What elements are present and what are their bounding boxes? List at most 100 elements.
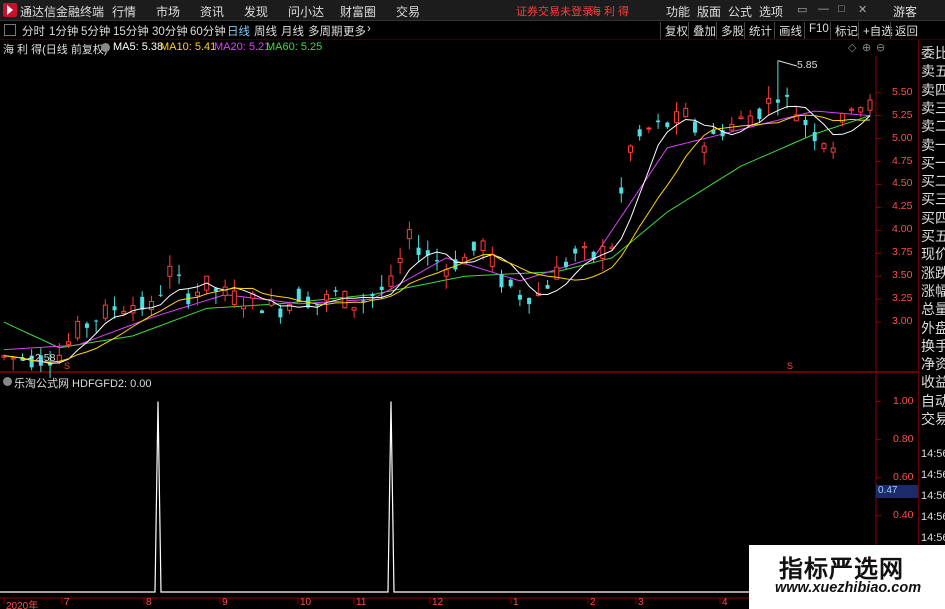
quote-field-label: 买四: [921, 209, 945, 226]
candle-body: [241, 305, 247, 310]
low-price-label: 2.58: [35, 352, 56, 364]
candle-body: [563, 261, 568, 267]
quote-field-label: 委比: [921, 45, 945, 61]
ma10-line: [3, 114, 871, 363]
candle-body: [757, 108, 762, 120]
candle-body: [406, 229, 412, 240]
candle-body: [665, 122, 670, 128]
y-tick-label: 5.50: [892, 85, 913, 98]
candle-body: [674, 111, 680, 124]
candle-body: [148, 301, 154, 311]
candle-body: [361, 300, 366, 302]
y-tick-label: 3.00: [892, 315, 913, 328]
candle-body: [517, 294, 522, 300]
indicator-current-value: 0.47: [876, 485, 918, 498]
candle-body: [222, 286, 228, 296]
candle-body: [701, 145, 707, 153]
hdfgfd2-line: [0, 401, 876, 593]
quote-panel: 委比 卖五 卖四 卖三 卖二 卖一 买一 买二 买三 买四 买五 现价 涨跌 涨幅 总量 外盘 换手 净资 收益 自动…: [918, 40, 945, 609]
candle-body: [545, 285, 550, 289]
candle-body: [830, 147, 836, 153]
candle-body: [167, 265, 173, 277]
indicator-name: 乐淘公式网 HDFGFD2: 0.00: [14, 378, 152, 390]
candle-body: [489, 253, 495, 267]
candle-body: [812, 132, 817, 142]
candle-body: [158, 294, 163, 296]
candle-body: [370, 294, 375, 297]
quote-field-label: 涨跌: [921, 264, 945, 281]
candle-body: [785, 94, 790, 97]
candle-body: [775, 99, 780, 103]
candle-body: [821, 143, 827, 149]
quote-field-label: 买五: [921, 228, 945, 244]
candle-body: [683, 107, 689, 118]
indicator-y-tick-label: 0.60: [893, 470, 914, 483]
candle-body: [766, 97, 772, 104]
candle-body: [351, 307, 357, 311]
quote-field-label: 外盘: [921, 319, 945, 336]
x-tick-label: 7: [64, 597, 70, 608]
y-tick-label: 3.50: [892, 269, 913, 282]
quote-field-label: 卖二: [921, 118, 945, 135]
trade-time: 14:56: [921, 490, 945, 502]
candle-body: [194, 291, 200, 297]
y-tick-label: 3.25: [892, 292, 913, 305]
candle-body: [573, 248, 578, 254]
quote-field-label: 卖三: [921, 99, 945, 116]
indicator-y-tick-label: 0.40: [893, 508, 914, 521]
candle-body: [637, 129, 642, 137]
candle-body: [435, 260, 439, 262]
x-tick-label: 11: [356, 597, 367, 608]
indicator-menu-icon[interactable]: [3, 377, 12, 386]
candle-body: [259, 310, 264, 314]
quote-field-label: 涨幅: [921, 282, 945, 299]
y-tick-label: 4.50: [892, 177, 913, 190]
candle-body: [443, 269, 449, 277]
kline-chart[interactable]: [0, 0, 945, 609]
high-price-label: 5.85: [797, 59, 818, 71]
candle-body: [333, 290, 338, 292]
candle-body: [278, 308, 283, 318]
y-tick-label: 3.75: [892, 246, 913, 259]
candle-body: [499, 274, 504, 288]
candle-body: [388, 275, 394, 287]
candle-body: [600, 245, 606, 259]
y-tick-label: 4.75: [892, 154, 913, 167]
candle-body: [656, 120, 661, 123]
sell-marker: S: [787, 361, 794, 371]
candle-body: [177, 274, 182, 276]
candle-body: [747, 115, 753, 127]
y-tick-label: 5.00: [892, 131, 913, 144]
y-tick-label: 4.00: [892, 223, 913, 236]
x-tick-label: 3: [638, 597, 644, 608]
quote-field-label: 总量: [921, 301, 945, 318]
candle-body: [10, 357, 16, 360]
candle-body: [84, 323, 89, 328]
candle-body: [581, 246, 587, 249]
candle-body: [858, 107, 864, 113]
candle-body: [140, 296, 145, 310]
candle-body: [849, 108, 855, 111]
trade-time: 14:56: [921, 511, 945, 523]
candle-body: [867, 99, 873, 111]
x-tick-label: 2: [590, 597, 596, 608]
candle-body: [646, 127, 652, 130]
x-tick-label: 1: [513, 597, 519, 608]
candle-body: [416, 247, 421, 255]
candle-body: [323, 293, 329, 301]
quote-field-label: 净资: [921, 356, 945, 373]
quote-field-label: 卖四: [921, 81, 945, 98]
candle-body: [692, 121, 697, 133]
quote-field-label: 卖五: [921, 63, 945, 80]
quote-field-label: 买二: [921, 173, 945, 190]
candle-body: [619, 187, 624, 194]
quote-field-label: 自动: [921, 392, 945, 409]
quote-field-label: 买三: [921, 191, 945, 208]
candle-body: [508, 279, 513, 287]
x-tick-label: 10: [300, 597, 312, 608]
candle-body: [121, 311, 127, 314]
candle-body: [627, 145, 633, 153]
x-tick-label: 9: [222, 597, 228, 608]
high-annotation-line: [777, 60, 798, 67]
x-tick-label: 8: [146, 597, 152, 608]
